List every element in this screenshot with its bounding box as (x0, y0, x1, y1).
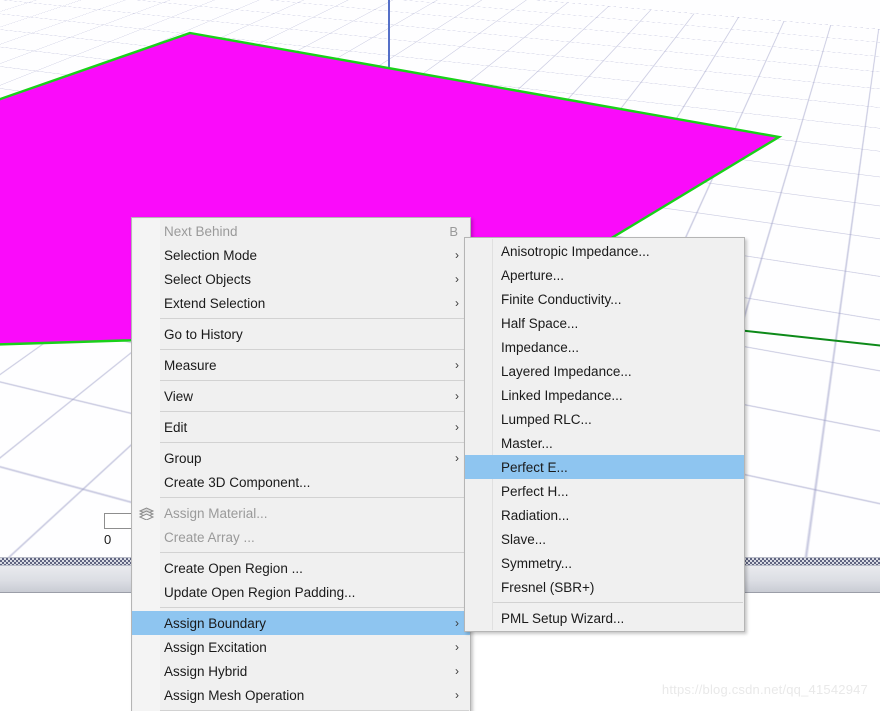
chevron-right-icon: › (455, 640, 459, 654)
context-menu-item-15[interactable]: Assign Excitation › (132, 635, 470, 659)
chevron-right-icon: › (455, 248, 459, 262)
boundary-item-6[interactable]: Linked Impedance... (465, 383, 744, 407)
boundary-item-label: Aperture... (501, 267, 565, 283)
boundary-item-12[interactable]: Slave... (465, 527, 744, 551)
context-menu-item-17[interactable]: Assign Mesh Operation › (132, 683, 470, 707)
boundary-item-label: Half Space... (501, 315, 579, 331)
chevron-right-icon: › (455, 616, 459, 630)
assign-boundary-submenu[interactable]: Anisotropic Impedance... Aperture... Finit… (464, 237, 745, 632)
chevron-right-icon: › (455, 358, 459, 372)
menu-separator (160, 442, 469, 443)
boundary-item-label: Perfect E... (501, 459, 568, 475)
context-menu-item-label: Update Open Region Padding... (164, 584, 356, 600)
context-menu-item-1[interactable]: Selection Mode › (132, 243, 470, 267)
chevron-right-icon: › (455, 420, 459, 434)
context-menu-item-3[interactable]: Extend Selection › (132, 291, 470, 315)
context-menu-item-7[interactable]: Edit › (132, 415, 470, 439)
chevron-right-icon: › (455, 688, 459, 702)
boundary-item-8[interactable]: Master... (465, 431, 744, 455)
boundary-item-2[interactable]: Finite Conductivity... (465, 287, 744, 311)
boundary-item-0[interactable]: Anisotropic Impedance... (465, 239, 744, 263)
context-menu-item-label: Assign Boundary (164, 615, 267, 631)
boundary-item-11[interactable]: Radiation... (465, 503, 744, 527)
context-menu-item-8[interactable]: Group › (132, 446, 470, 470)
context-menu-item-4[interactable]: Go to History (132, 322, 470, 346)
boundary-item-label: Fresnel (SBR+) (501, 579, 595, 595)
boundary-item-9[interactable]: Perfect E... (465, 455, 744, 479)
boundary-item-label: Lumped RLC... (501, 411, 592, 427)
boundary-item-label: Linked Impedance... (501, 387, 623, 403)
boundary-item-label: Radiation... (501, 507, 570, 523)
context-menu-item-label: Assign Mesh Operation (164, 687, 305, 703)
context-menu-item-label: Assign Hybrid (164, 663, 248, 679)
boundary-item-label: Master... (501, 435, 553, 451)
context-menu-item-14[interactable]: Assign Boundary › (132, 611, 470, 635)
boundary-item-15[interactable]: PML Setup Wizard... (465, 606, 744, 630)
boundary-item-10[interactable]: Perfect H... (465, 479, 744, 503)
context-menu-item-2[interactable]: Select Objects › (132, 267, 470, 291)
context-menu-item-label: Selection Mode (164, 247, 258, 263)
z-axis-line (388, 0, 390, 222)
menu-separator (160, 349, 469, 350)
boundary-item-1[interactable]: Aperture... (465, 263, 744, 287)
context-menu-item-6[interactable]: View › (132, 384, 470, 408)
context-menu-item-label: Measure (164, 357, 217, 373)
context-menu-item-9[interactable]: Create 3D Component... (132, 470, 470, 494)
context-menu-item-label: Create Open Region ... (164, 560, 303, 576)
boundary-item-label: PML Setup Wizard... (501, 610, 625, 626)
chevron-right-icon: › (455, 389, 459, 403)
menu-separator (471, 602, 743, 603)
origin-label: 0 (104, 532, 112, 547)
menu-separator (160, 411, 469, 412)
context-menu-item-5[interactable]: Measure › (132, 353, 470, 377)
boundary-item-label: Perfect H... (501, 483, 569, 499)
context-menu-item-label: Group (164, 450, 202, 466)
boundary-item-5[interactable]: Layered Impedance... (465, 359, 744, 383)
context-menu-item-11: Create Array ... (132, 525, 470, 549)
boundary-item-7[interactable]: Lumped RLC... (465, 407, 744, 431)
chevron-right-icon: › (455, 296, 459, 310)
menu-separator (160, 318, 469, 319)
context-menu-item-10: Assign Material... (132, 501, 470, 525)
boundary-item-14[interactable]: Fresnel (SBR+) (465, 575, 744, 599)
context-menu-item-label: Go to History (164, 326, 243, 342)
menu-separator (160, 607, 469, 608)
boundary-item-label: Layered Impedance... (501, 363, 632, 379)
context-menu[interactable]: Next Behind B Selection Mode › Select Object… (131, 217, 471, 711)
boundary-item-label: Finite Conductivity... (501, 291, 622, 307)
context-menu-item-label: View (164, 388, 194, 404)
chevron-right-icon: › (455, 272, 459, 286)
boundary-item-label: Slave... (501, 531, 547, 547)
boundary-item-4[interactable]: Impedance... (465, 335, 744, 359)
context-menu-item-label: Extend Selection (164, 295, 266, 311)
context-menu-item-label: Next Behind (164, 223, 238, 239)
context-menu-item-16[interactable]: Assign Hybrid › (132, 659, 470, 683)
boundary-item-3[interactable]: Half Space... (465, 311, 744, 335)
context-menu-item-label: Create 3D Component... (164, 474, 311, 490)
context-menu-item-0: Next Behind B (132, 219, 470, 243)
context-menu-item-label: Edit (164, 419, 188, 435)
material-icon (138, 506, 155, 521)
menu-separator (160, 552, 469, 553)
menu-separator (160, 497, 469, 498)
context-menu-item-12[interactable]: Create Open Region ... (132, 556, 470, 580)
menu-separator (160, 380, 469, 381)
menu-accelerator: B (449, 223, 458, 239)
boundary-item-label: Symmetry... (501, 555, 573, 571)
chevron-right-icon: › (455, 451, 459, 465)
chevron-right-icon: › (455, 664, 459, 678)
boundary-item-13[interactable]: Symmetry... (465, 551, 744, 575)
context-menu-item-label: Select Objects (164, 271, 252, 287)
context-menu-item-label: Create Array ... (164, 529, 255, 545)
context-menu-item-13[interactable]: Update Open Region Padding... (132, 580, 470, 604)
boundary-item-label: Impedance... (501, 339, 580, 355)
context-menu-item-label: Assign Material... (164, 505, 268, 521)
watermark-text: https://blog.csdn.net/qq_41542947 (661, 682, 868, 697)
application-window: 0 ⊥ Next BehindBSelection Mode›Select Ob… (0, 0, 880, 711)
boundary-item-label: Anisotropic Impedance... (501, 243, 650, 259)
context-menu-item-label: Assign Excitation (164, 639, 267, 655)
coordinate-entry-field[interactable] (104, 513, 134, 529)
